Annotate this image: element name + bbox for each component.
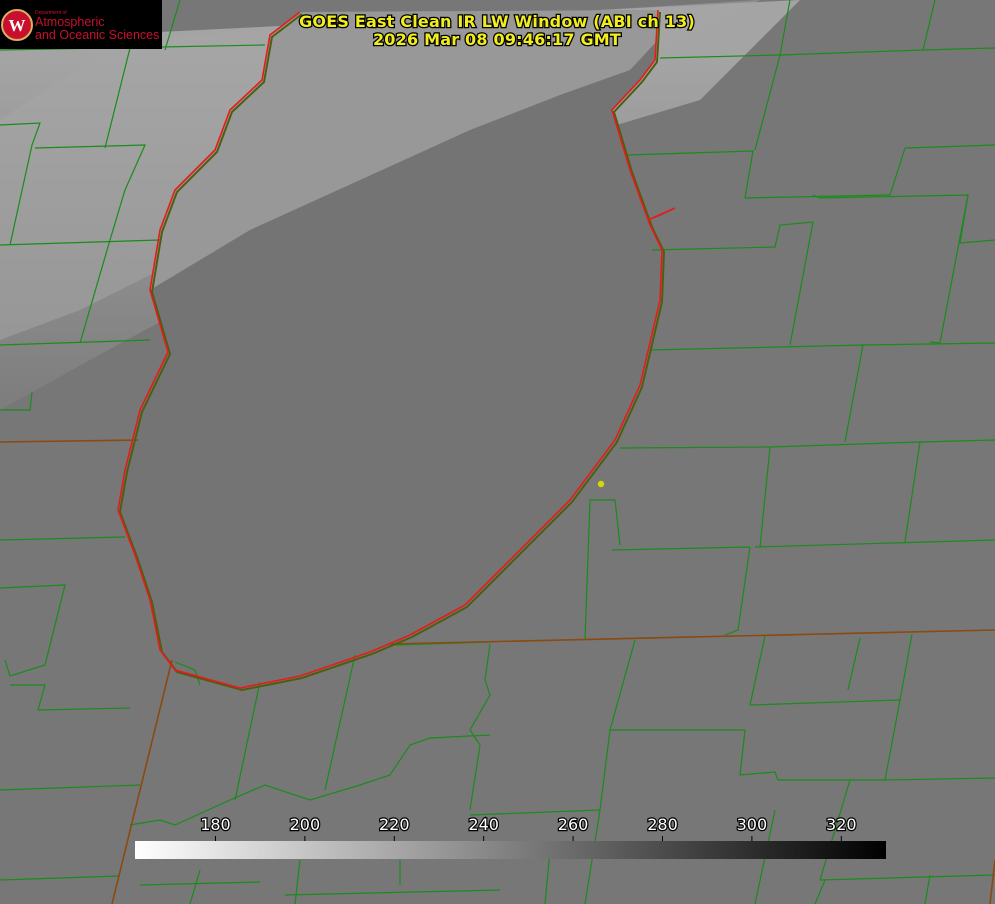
colorbar-tick-label: 280 xyxy=(647,815,678,834)
logo-line-2: and Oceanic Sciences xyxy=(35,28,159,42)
colorbar-tick-label: 220 xyxy=(379,815,410,834)
logo-seal-letter: W xyxy=(9,16,26,35)
title-line-2: 2026 Mar 08 09:46:17 GMT xyxy=(373,30,621,49)
colorbar-tick-label: 180 xyxy=(200,815,231,834)
aos-logo: W Department of Atmospheric and Oceanic … xyxy=(0,0,162,49)
title-line-1: GOES East Clean IR LW Window (ABI ch 13) xyxy=(299,12,695,31)
colorbar-gradient xyxy=(135,841,886,859)
colorbar-tick-label: 300 xyxy=(737,815,768,834)
colorbar-tick-label: 260 xyxy=(558,815,589,834)
logo-line-1: Atmospheric xyxy=(35,15,104,29)
colorbar-tick-label: 320 xyxy=(826,815,857,834)
colorbar-tick-label: 240 xyxy=(468,815,499,834)
station-marker xyxy=(597,480,605,488)
colorbar-tick-label: 200 xyxy=(290,815,321,834)
satellite-map: GOES East Clean IR LW Window (ABI ch 13)… xyxy=(0,0,995,904)
